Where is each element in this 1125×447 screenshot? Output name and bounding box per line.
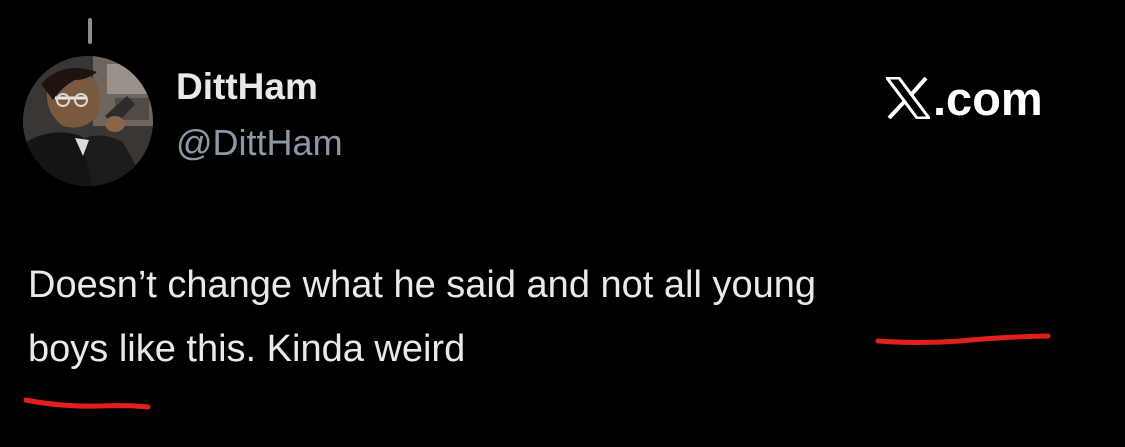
thread-connector-line <box>88 18 92 44</box>
brand-domain-text: .com <box>933 71 1043 125</box>
underline-young <box>875 333 1051 345</box>
anime-character-avatar-icon <box>23 56 153 186</box>
avatar[interactable] <box>23 56 153 186</box>
tweet-text-line-1: Doesn’t change what he said and not all … <box>28 264 816 306</box>
x-logo-icon <box>886 77 930 119</box>
x-com-brand: .com <box>886 74 1043 122</box>
tweet-text-line-2: boys like this. Kinda weird <box>28 328 466 370</box>
author-display-name[interactable]: DittHam <box>176 68 318 105</box>
red-underline-annotations <box>23 333 1051 410</box>
underline-boys <box>23 397 151 410</box>
author-handle[interactable]: @DittHam <box>176 125 343 161</box>
